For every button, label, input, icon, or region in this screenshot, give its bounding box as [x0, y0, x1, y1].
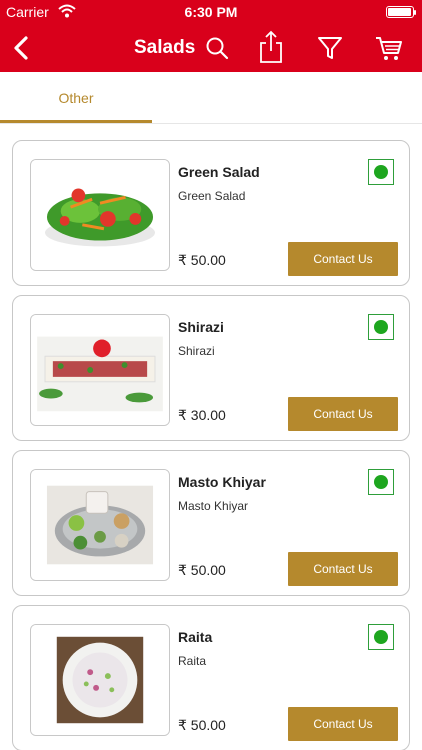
product-description: Raita — [178, 654, 207, 668]
product-card[interactable]: Masto Khiyar Masto Khiyar ₹ 50.00 Contac… — [12, 450, 410, 596]
product-description: Shirazi — [178, 344, 215, 358]
product-price: ₹ 30.00 — [178, 407, 226, 423]
product-image — [30, 314, 170, 426]
product-price: ₹ 50.00 — [178, 717, 226, 733]
navigation-bar: Salads — [0, 24, 422, 72]
product-name: Masto Khiyar — [178, 474, 266, 490]
product-image — [30, 624, 170, 736]
product-image — [30, 469, 170, 581]
veg-indicator-icon — [368, 469, 394, 495]
share-icon[interactable] — [257, 30, 285, 64]
contact-us-button[interactable]: Contact Us — [288, 707, 398, 741]
battery-icon — [386, 6, 416, 18]
page-title: Salads — [134, 37, 196, 58]
tab-selected-indicator — [0, 120, 152, 123]
product-card[interactable]: Raita Raita ₹ 50.00 Contact Us — [12, 605, 410, 750]
back-chevron-icon[interactable] — [8, 34, 34, 62]
product-description: Green Salad — [178, 189, 246, 203]
tab-other[interactable]: Other — [0, 72, 152, 124]
contact-us-button[interactable]: Contact Us — [288, 552, 398, 586]
contact-us-button[interactable]: Contact Us — [288, 242, 398, 276]
product-description: Masto Khiyar — [178, 499, 249, 513]
product-card[interactable]: Green Salad Green Salad ₹ 50.00 Contact … — [12, 140, 410, 286]
contact-us-button[interactable]: Contact Us — [288, 397, 398, 431]
product-card[interactable]: Shirazi Shirazi ₹ 30.00 Contact Us — [12, 295, 410, 441]
veg-indicator-icon — [368, 314, 394, 340]
cart-icon[interactable] — [375, 34, 403, 62]
product-name: Shirazi — [178, 319, 224, 335]
product-image — [30, 159, 170, 271]
product-price: ₹ 50.00 — [178, 562, 226, 578]
product-price: ₹ 50.00 — [178, 252, 226, 268]
product-name: Raita — [178, 629, 213, 645]
status-time: 6:30 PM — [184, 4, 238, 20]
status-bar: Carrier 6:30 PM — [0, 0, 422, 24]
product-name: Green Salad — [178, 164, 260, 180]
veg-indicator-icon — [368, 624, 394, 650]
search-icon[interactable] — [203, 34, 231, 62]
app-header: Carrier 6:30 PM Salads — [0, 0, 422, 72]
category-tabs: Other — [0, 72, 422, 124]
filter-icon[interactable] — [316, 34, 344, 62]
veg-indicator-icon — [368, 159, 394, 185]
